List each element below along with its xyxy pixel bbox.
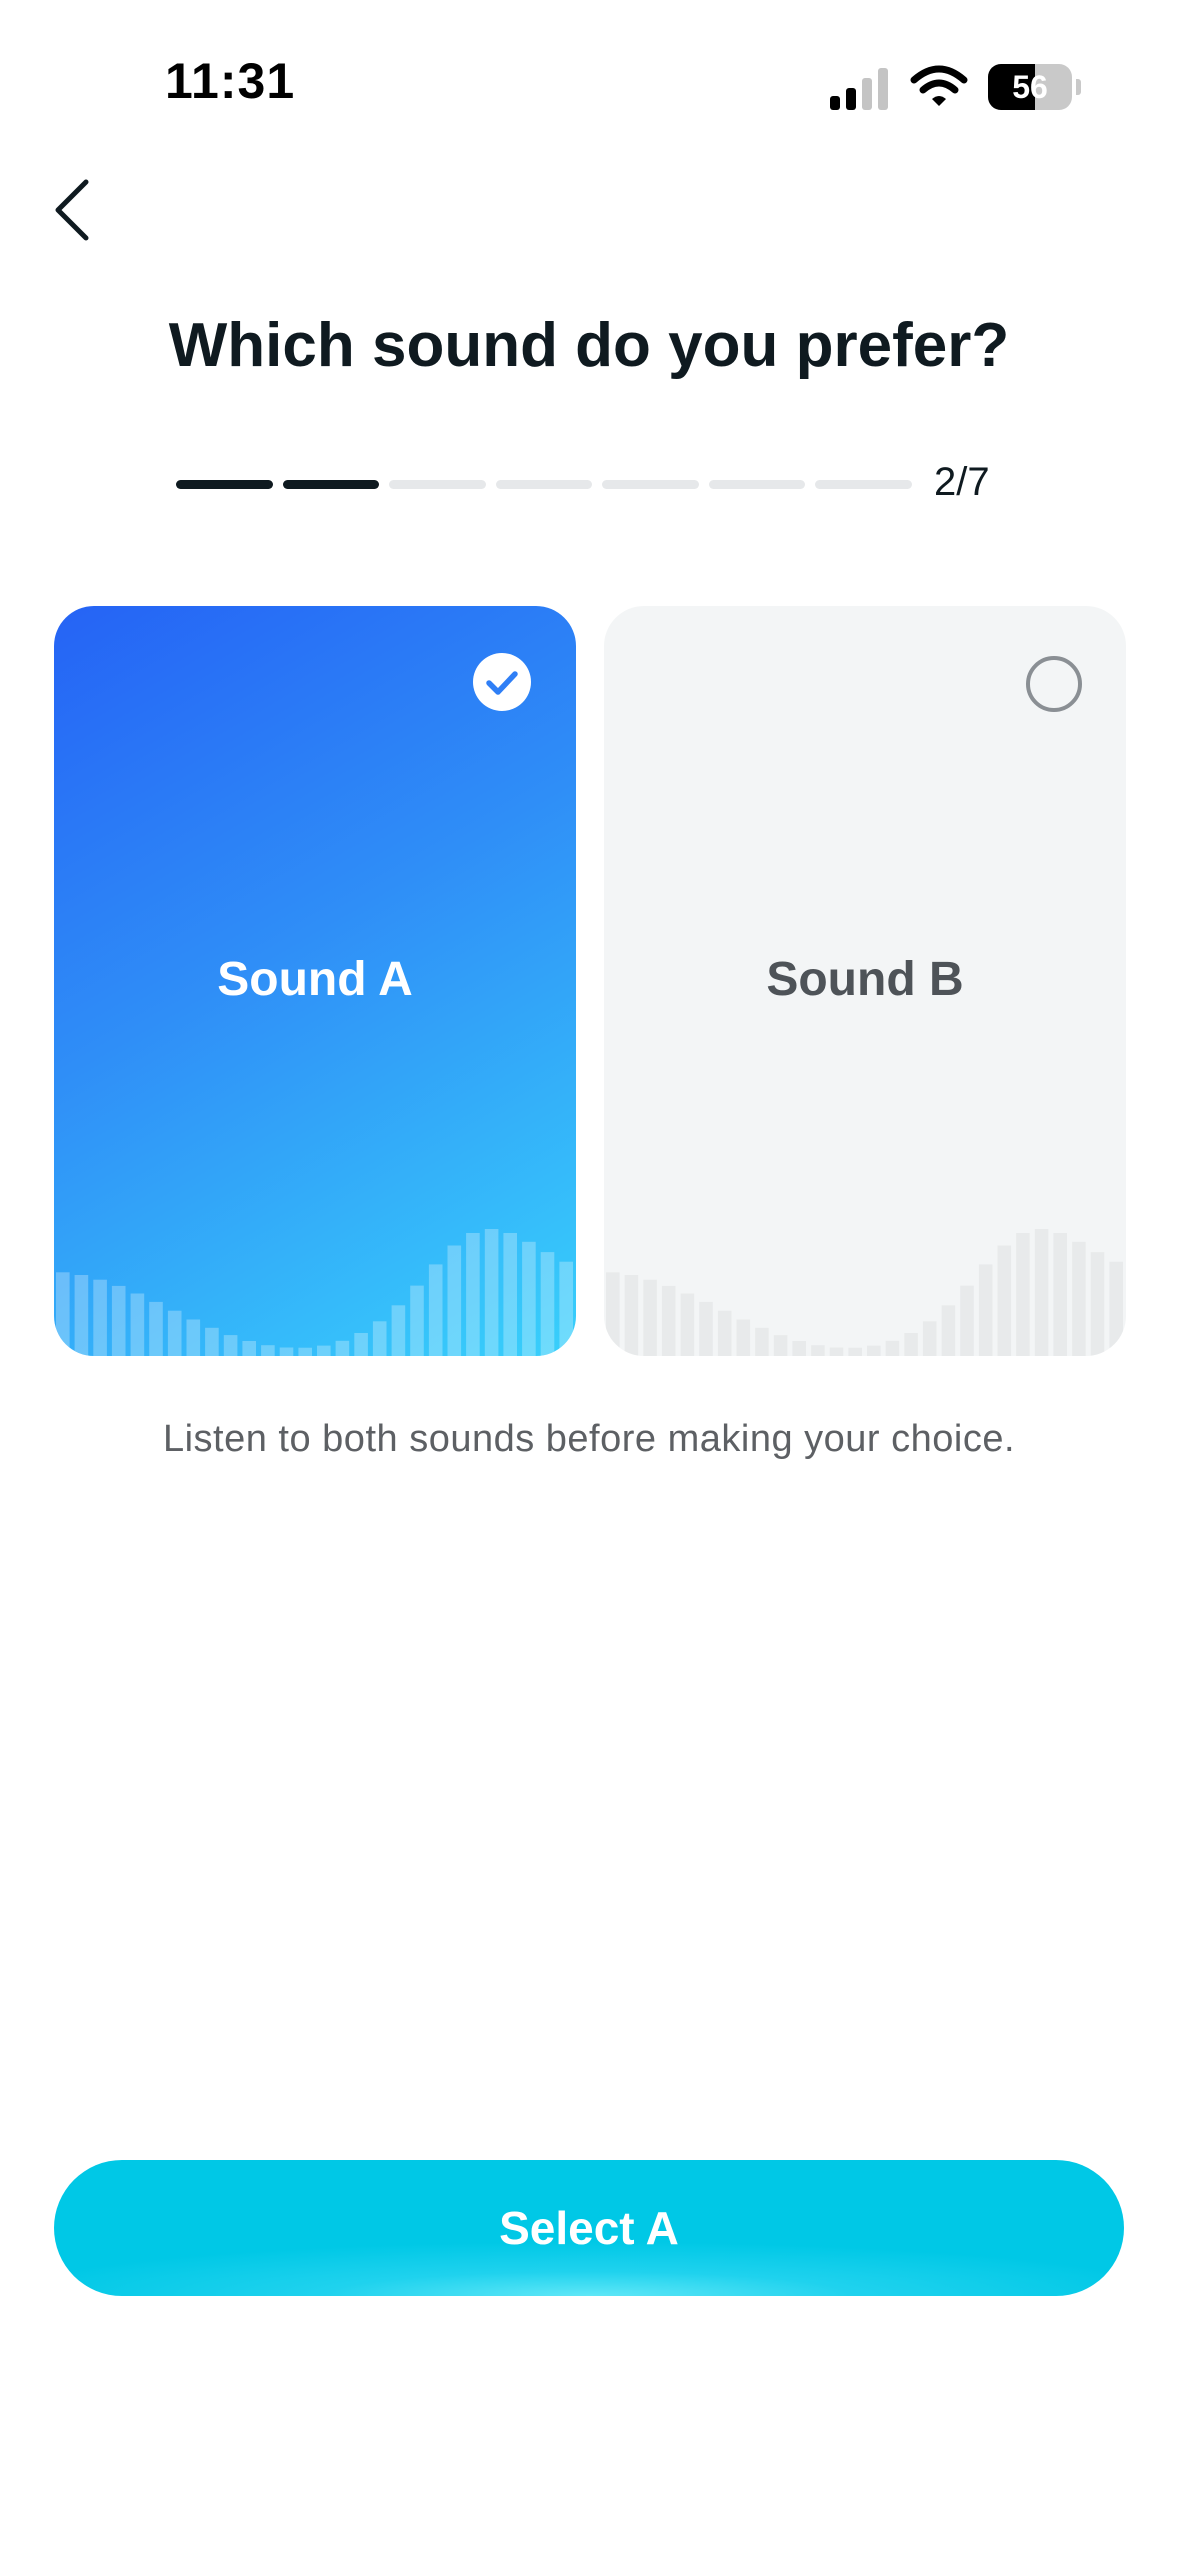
sound-b-card[interactable]: Sound B xyxy=(604,606,1126,1356)
battery-indicator: 56 xyxy=(988,64,1081,110)
waveform-bar xyxy=(1109,1261,1123,1356)
waveform-bar xyxy=(74,1275,89,1356)
waveform-bar xyxy=(811,1345,825,1356)
sound-b-label: Sound B xyxy=(766,953,964,1006)
wifi-icon xyxy=(910,65,968,106)
waveform-bar xyxy=(1053,1233,1067,1356)
waveform-graphic xyxy=(606,1229,1123,1356)
waveform-bar xyxy=(867,1345,881,1356)
waveform-bar xyxy=(354,1333,368,1356)
waveform-bar xyxy=(167,1310,182,1356)
waveform-bar xyxy=(699,1301,713,1356)
sound-a-card[interactable]: Sound A xyxy=(54,606,576,1356)
waveform-bar xyxy=(391,1305,406,1356)
progress-segment xyxy=(815,480,913,489)
progress-segment xyxy=(708,480,806,489)
waveform-bar xyxy=(261,1345,275,1356)
progress-segment xyxy=(602,480,699,489)
waveform-bar xyxy=(1072,1241,1086,1356)
waveform-bar xyxy=(559,1261,573,1356)
waveform-bar xyxy=(111,1285,126,1356)
progress-segment xyxy=(495,480,593,489)
waveform-bar xyxy=(736,1319,751,1356)
waveform-bar xyxy=(540,1252,555,1356)
waveform-bar xyxy=(792,1341,806,1356)
waveform-bar xyxy=(848,1347,862,1356)
waveform-bar xyxy=(829,1347,844,1356)
waveform-bar xyxy=(1090,1252,1105,1356)
waveform-bar xyxy=(410,1285,424,1356)
waveform-bar xyxy=(223,1335,238,1356)
check-circle-icon xyxy=(473,653,531,711)
battery-level: 56 xyxy=(1012,69,1048,105)
waveform-bar xyxy=(298,1347,312,1356)
waveform-bar xyxy=(279,1347,294,1356)
waveform-bar xyxy=(56,1272,70,1356)
waveform-bar xyxy=(978,1264,993,1356)
waveform-bar xyxy=(904,1333,918,1356)
waveform-bar xyxy=(997,1245,1012,1356)
waveform-graphic xyxy=(56,1229,573,1356)
waveform-bar xyxy=(335,1340,350,1356)
sound-a-label: Sound A xyxy=(217,953,413,1006)
chevron-left-icon xyxy=(55,179,89,241)
waveform-bar xyxy=(941,1305,956,1356)
waveform-bar xyxy=(960,1285,974,1356)
waveform-bar xyxy=(717,1310,732,1356)
waveform-bar xyxy=(186,1319,201,1356)
waveform-bar xyxy=(1034,1229,1049,1356)
status-bar: 11:31 56 xyxy=(0,0,1178,170)
waveform-bar xyxy=(93,1279,107,1356)
radio-empty-icon xyxy=(1026,656,1082,712)
waveform-bar xyxy=(317,1345,331,1356)
waveform-bar xyxy=(447,1245,462,1356)
waveform-bar xyxy=(205,1327,219,1356)
waveform-bar xyxy=(661,1285,676,1356)
waveform-bar xyxy=(755,1327,769,1356)
progress-count: 2/7 xyxy=(934,460,990,504)
waveform-bar xyxy=(466,1233,480,1356)
progress-segment xyxy=(282,480,380,489)
waveform-bar xyxy=(643,1279,657,1356)
waveform-bar xyxy=(1016,1233,1030,1356)
waveform-bar xyxy=(606,1272,620,1356)
progress-segment xyxy=(389,480,486,489)
waveform-bar xyxy=(885,1340,900,1356)
back-button[interactable] xyxy=(44,170,108,246)
progress-bar xyxy=(176,480,913,490)
waveform-bar xyxy=(624,1275,639,1356)
select-button[interactable]: Select A xyxy=(54,2160,1124,2296)
page-title: Which sound do you prefer? xyxy=(168,311,1010,380)
waveform-bar xyxy=(922,1321,937,1356)
waveform-bar xyxy=(372,1321,387,1356)
waveform-bar xyxy=(484,1229,499,1356)
waveform-bar xyxy=(428,1264,443,1356)
waveform-bar xyxy=(130,1293,145,1356)
status-time: 11:31 xyxy=(165,53,296,109)
instruction-text: Listen to both sounds before making your… xyxy=(162,1418,1016,1460)
waveform-bar xyxy=(680,1293,695,1356)
progress-segment xyxy=(176,480,273,489)
waveform-bar xyxy=(773,1335,788,1356)
waveform-bar xyxy=(503,1233,517,1356)
waveform-bar xyxy=(149,1301,163,1356)
waveform-bar xyxy=(522,1241,536,1356)
cellular-signal-icon xyxy=(830,68,888,110)
waveform-bar xyxy=(242,1341,256,1356)
